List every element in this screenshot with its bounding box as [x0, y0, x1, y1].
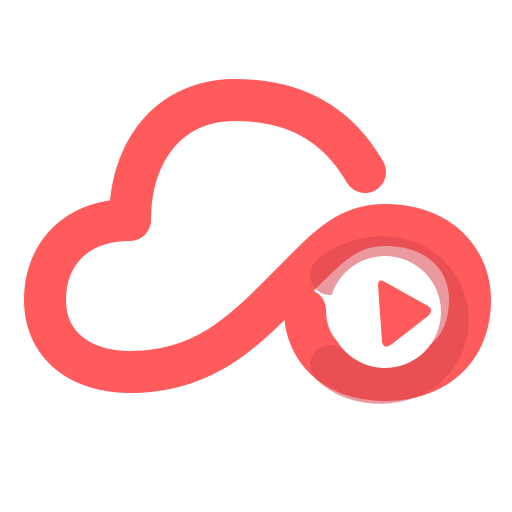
app-logo — [0, 0, 512, 512]
cloud-infinity-play-icon — [24, 79, 491, 404]
